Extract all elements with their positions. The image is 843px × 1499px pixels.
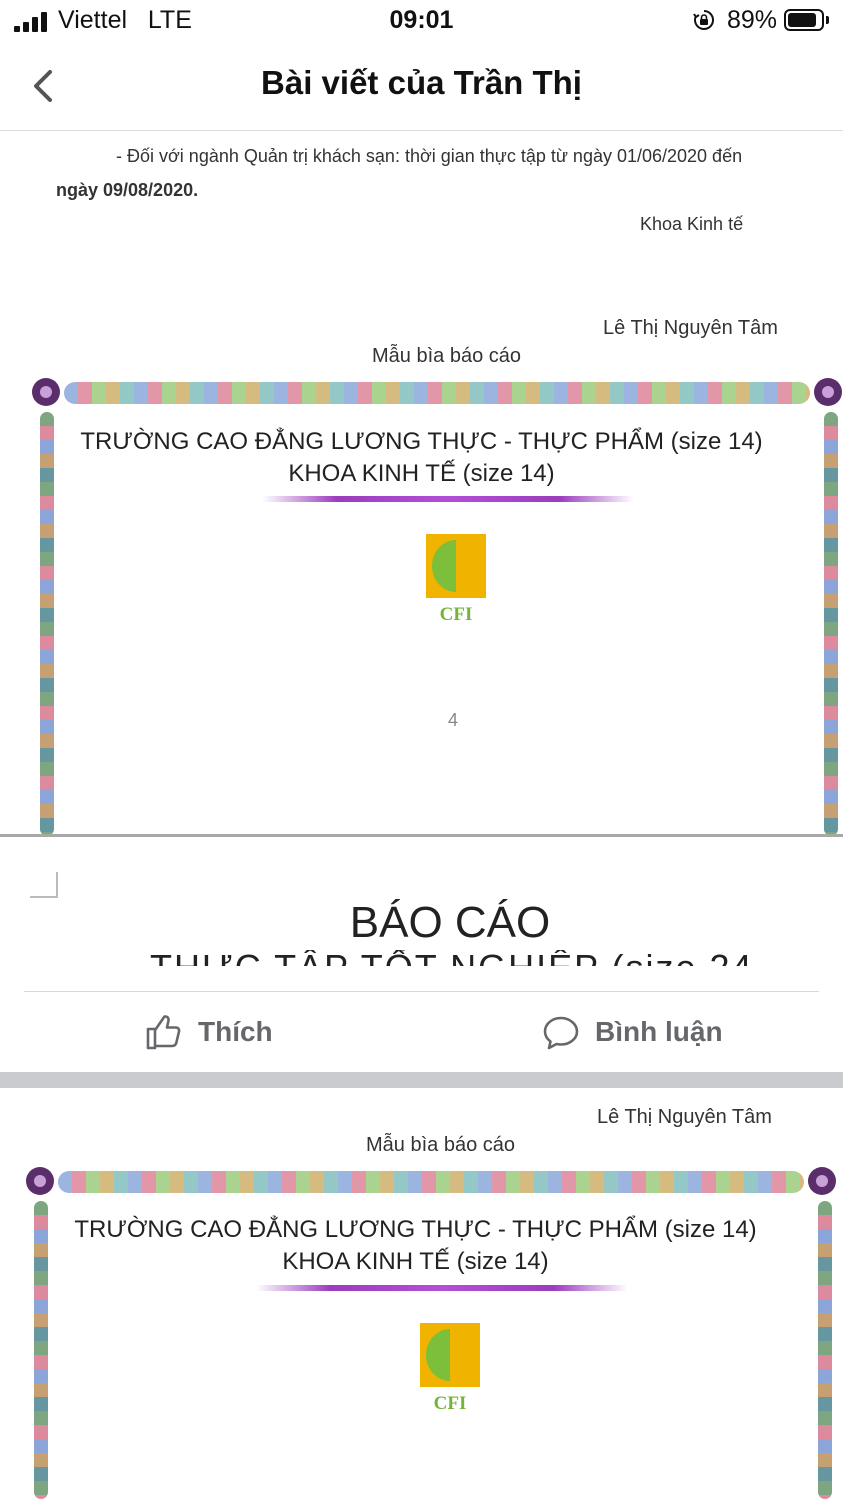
report-subtitle-cropped: THỰC TẬP TỐT NGHIỆP (size 24) bbox=[150, 950, 750, 966]
page-separator bbox=[0, 834, 843, 837]
faculty-name: KHOA KINH TẾ (size 14) bbox=[288, 460, 555, 487]
corner-ornament-icon bbox=[808, 1167, 836, 1195]
comment-label: Bình luận bbox=[595, 1016, 723, 1047]
cfi-logo-icon bbox=[426, 534, 486, 598]
school-name: TRƯỜNG CAO ĐẲNG LƯƠNG THỰC - THỰC PHẨM (… bbox=[80, 428, 763, 455]
corner-ornament-icon bbox=[26, 1167, 54, 1195]
corner-ornament-icon bbox=[814, 378, 842, 406]
next-post-signer: Lê Thị Nguyên Tâm bbox=[597, 1106, 772, 1128]
document-faculty: Khoa Kinh tế bbox=[640, 214, 744, 234]
comment-icon bbox=[543, 1016, 579, 1050]
next-post-cover-label: Mẫu bìa báo cáo bbox=[366, 1134, 515, 1156]
frame-right-border bbox=[818, 1201, 832, 1499]
action-bar-divider bbox=[24, 991, 819, 992]
feed-separator bbox=[0, 1072, 843, 1088]
report-subtitle: THỰC TẬP TỐT NGHIỆP (size 24) bbox=[150, 950, 750, 966]
cover-template-label: Mẫu bìa báo cáo bbox=[372, 345, 521, 367]
frame-left-border bbox=[34, 1201, 48, 1499]
cfi-logo-icon bbox=[420, 1323, 480, 1387]
next-post-logo-text: CFI bbox=[433, 1393, 467, 1414]
logo-text: CFI bbox=[439, 604, 473, 625]
thumbs-up-icon bbox=[146, 1015, 181, 1050]
page-title: Bài viết của Trần Thị bbox=[261, 64, 582, 101]
document-line-2: ngày 09/08/2020. bbox=[56, 180, 199, 200]
frame-top-border bbox=[64, 382, 810, 404]
decorative-divider bbox=[256, 1285, 628, 1291]
document-signer: Lê Thị Nguyên Tâm bbox=[603, 317, 778, 339]
decorative-divider bbox=[262, 496, 634, 502]
document-line-1: - Đối với ngành Quản trị khách sạn: thời… bbox=[116, 146, 743, 166]
status-bar: Viettel LTE 09:01 89% bbox=[0, 0, 843, 44]
crop-mark bbox=[30, 872, 58, 898]
frame-top-border bbox=[58, 1171, 804, 1193]
comment-button[interactable]: Bình luận bbox=[542, 1008, 742, 1058]
battery-nub bbox=[826, 16, 829, 24]
page-number: 4 bbox=[448, 710, 459, 730]
like-label: Thích bbox=[198, 1016, 273, 1047]
report-title: BÁO CÁO bbox=[349, 898, 551, 947]
rotation-lock-icon bbox=[693, 10, 715, 30]
battery-percent: 89% bbox=[727, 6, 778, 34]
next-post-school-name: TRƯỜNG CAO ĐẲNG LƯƠNG THỰC - THỰC PHẨM (… bbox=[74, 1216, 757, 1243]
like-button[interactable]: Thích bbox=[144, 1008, 304, 1058]
nav-bar: Bài viết của Trần Thị bbox=[0, 44, 843, 131]
status-time: 09:01 bbox=[389, 6, 454, 34]
next-post-faculty-name: KHOA KINH TẾ (size 14) bbox=[282, 1248, 549, 1275]
battery-icon bbox=[784, 9, 824, 31]
corner-ornament-icon bbox=[32, 378, 60, 406]
